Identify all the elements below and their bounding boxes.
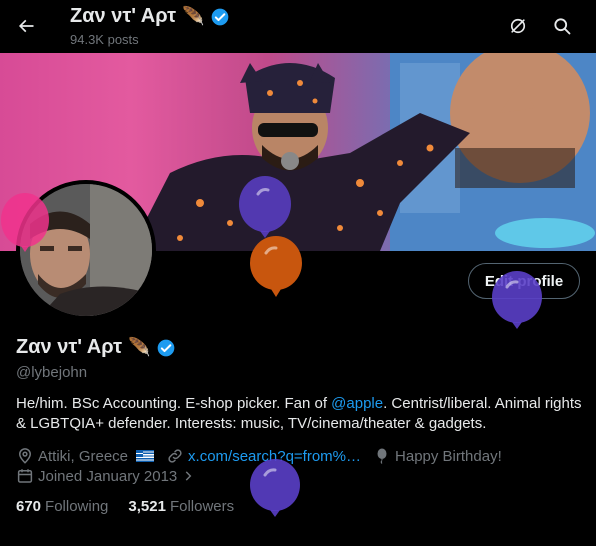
following-count: 670 <box>16 498 42 515</box>
calendar-icon <box>17 469 33 483</box>
sync-button[interactable] <box>500 8 536 44</box>
joined-text: Joined January 2013 <box>38 467 178 485</box>
birthday-balloon-icon <box>1 193 49 252</box>
feather-icon: 🪶 <box>182 6 205 26</box>
location-item: Attiki, Greece <box>16 447 155 465</box>
back-arrow-icon <box>18 19 34 33</box>
profile-name: Ζαν ντ' Αρτ <box>16 336 122 358</box>
bio-text: He/him. BSc Accounting. E-shop picker. F… <box>16 395 332 412</box>
follow-stats: 670 Following 3,521 Followers <box>16 498 234 515</box>
profile-name-row: Ζαν ντ' Αρτ 🪶 <box>16 336 176 359</box>
header-title: Ζαν ντ' Αρτ 🪶 <box>70 5 230 28</box>
joined-item[interactable]: Joined January 2013 <box>16 467 195 485</box>
location-text: Attiki, Greece <box>38 447 129 465</box>
birthday-balloon-icon <box>492 271 542 329</box>
back-button[interactable] <box>8 8 44 44</box>
sync-icon <box>510 18 526 34</box>
birthday-item: Happy Birthday! <box>373 447 502 465</box>
followers-link[interactable]: 3,521 Followers <box>128 498 234 515</box>
verified-badge-icon <box>212 8 229 25</box>
search-button[interactable] <box>544 8 580 44</box>
location-icon <box>18 448 32 464</box>
feather-icon: 🪶 <box>128 337 151 357</box>
following-link[interactable]: 670 Following <box>16 498 108 515</box>
birthday-balloon-icon <box>250 459 300 517</box>
bio-mention-link[interactable]: @apple <box>331 395 383 412</box>
chevron-right-icon <box>186 471 192 481</box>
profile-bio: He/him. BSc Accounting. E-shop picker. F… <box>16 394 586 434</box>
followers-label: Followers <box>169 498 235 515</box>
header-name: Ζαν ντ' Αρτ <box>70 5 176 27</box>
post-count: 94.3K posts <box>70 32 139 47</box>
search-icon <box>554 18 571 35</box>
profile-handle: @lybejohn <box>16 364 88 381</box>
followers-count: 3,521 <box>128 498 166 515</box>
birthday-balloon-icon <box>250 236 302 297</box>
following-label: Following <box>45 498 109 515</box>
top-bar: Ζαν ντ' Αρτ 🪶 94.3K posts <box>0 0 596 53</box>
balloon-icon <box>377 448 387 464</box>
joined-row: Joined January 2013 <box>16 467 207 485</box>
birthday-text: Happy Birthday! <box>395 447 502 465</box>
greece-flag-icon <box>136 450 155 462</box>
verified-badge-icon[interactable] <box>156 338 176 358</box>
link-icon <box>168 449 182 463</box>
